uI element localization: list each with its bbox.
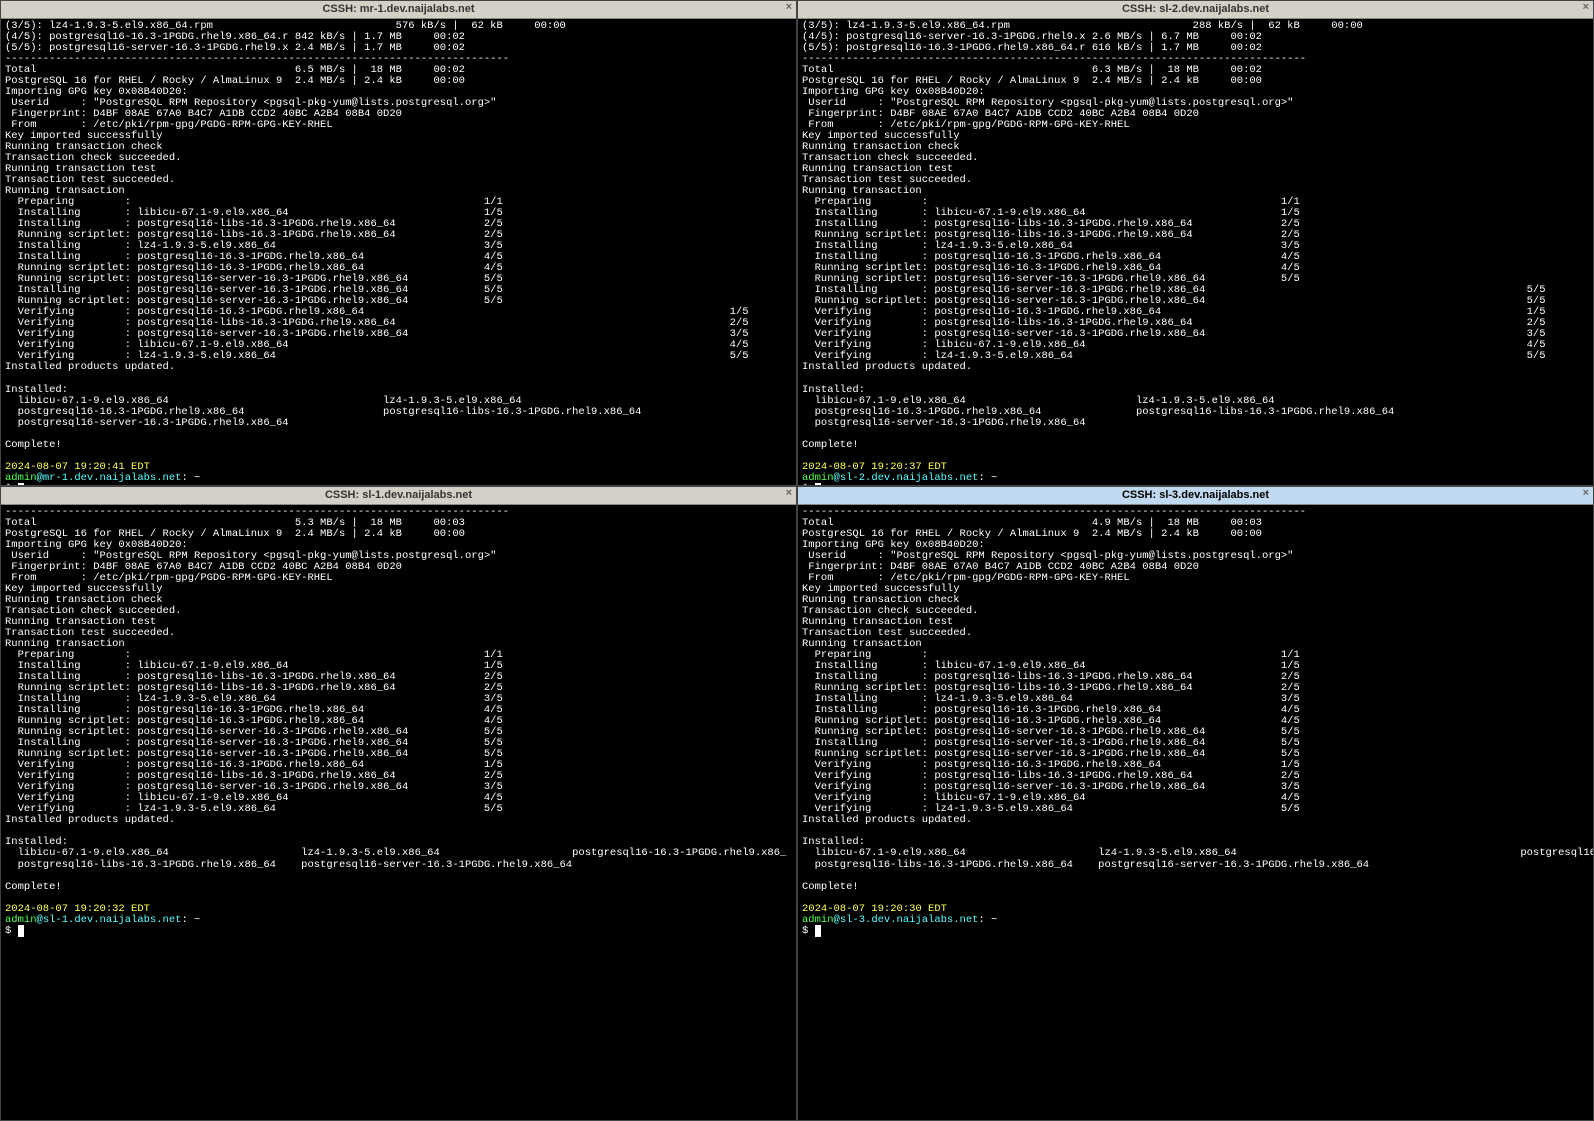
close-icon[interactable]: × — [1583, 2, 1589, 14]
close-icon[interactable]: × — [786, 488, 792, 500]
titlebar-mr-1[interactable]: CSSH: mr-1.dev.naijalabs.net × — [1, 1, 796, 19]
pane-sl-1[interactable]: CSSH: sl-1.dev.naijalabs.net × ---------… — [0, 486, 797, 1121]
title-text: CSSH: sl-3.dev.naijalabs.net — [1122, 490, 1269, 502]
terminal-sl-3[interactable]: ----------------------------------------… — [798, 505, 1593, 1120]
cssh-grid: CSSH: mr-1.dev.naijalabs.net × (3/5): lz… — [0, 0, 1594, 1121]
close-icon[interactable]: × — [786, 2, 792, 14]
pane-sl-2[interactable]: CSSH: sl-2.dev.naijalabs.net × (3/5): lz… — [797, 0, 1594, 486]
title-text: CSSH: sl-1.dev.naijalabs.net — [325, 490, 472, 502]
titlebar-sl-3[interactable]: CSSH: sl-3.dev.naijalabs.net × — [798, 487, 1593, 505]
title-text: CSSH: sl-2.dev.naijalabs.net — [1122, 4, 1269, 16]
terminal-mr-1[interactable]: (3/5): lz4-1.9.3-5.el9.x86_64.rpm 576 kB… — [1, 19, 796, 485]
title-text: CSSH: mr-1.dev.naijalabs.net — [322, 4, 474, 16]
pane-sl-3[interactable]: CSSH: sl-3.dev.naijalabs.net × ---------… — [797, 486, 1594, 1121]
terminal-sl-2[interactable]: (3/5): lz4-1.9.3-5.el9.x86_64.rpm 288 kB… — [798, 19, 1593, 485]
terminal-sl-1[interactable]: ----------------------------------------… — [1, 505, 796, 1120]
close-icon[interactable]: × — [1583, 488, 1589, 500]
titlebar-sl-2[interactable]: CSSH: sl-2.dev.naijalabs.net × — [798, 1, 1593, 19]
pane-mr-1[interactable]: CSSH: mr-1.dev.naijalabs.net × (3/5): lz… — [0, 0, 797, 486]
titlebar-sl-1[interactable]: CSSH: sl-1.dev.naijalabs.net × — [1, 487, 796, 505]
